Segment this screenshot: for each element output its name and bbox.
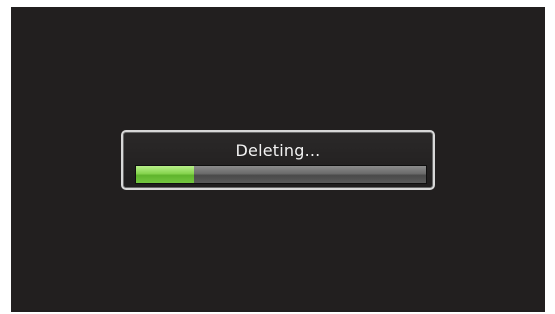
status-text: Deleting...	[235, 141, 321, 160]
deleting-dialog: Deleting...	[121, 130, 435, 190]
screen: Deleting...	[11, 7, 545, 312]
progress-bar	[135, 165, 427, 184]
device-frame: Deleting...	[0, 0, 555, 314]
progress-fill	[136, 166, 194, 183]
